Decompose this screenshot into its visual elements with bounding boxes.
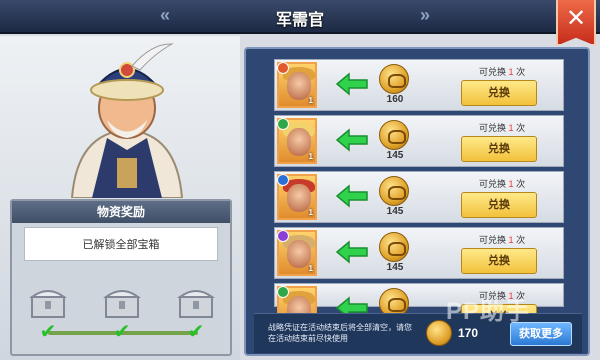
voucher-balance: 170 [458, 326, 479, 340]
close-button[interactable]: ✕ [556, 0, 596, 46]
exchange-limit-suffix: 次 [516, 179, 526, 189]
title-bar: « 军需官 » [0, 0, 600, 34]
hero-portrait[interactable]: 1 [277, 230, 317, 276]
exchange-button[interactable]: 兑换 [461, 80, 537, 106]
hero-level: 1 [308, 208, 313, 217]
hero-portrait[interactable]: 1 [277, 62, 317, 108]
treasure-chest-icon[interactable] [176, 285, 216, 321]
arrow-left-icon [335, 240, 368, 264]
arrow-left-icon [335, 72, 368, 96]
notice-text: 战略凭证在活动结束后将全部清空，请您在活动结束前尽快使用 [268, 323, 412, 343]
faction-icon [277, 118, 289, 130]
exchange-limit: 可兑换 1 次 [479, 177, 525, 190]
exchange-panel: 1 160 可兑换 1 次 兑换 1 145 可兑换 1 次 兑换 1 145 … [244, 47, 590, 356]
faction-icon [277, 286, 289, 298]
exchange-row: 1 145 可兑换 1 次 兑换 [274, 115, 564, 167]
hero-portrait[interactable]: 1 [277, 174, 317, 220]
exchange-limit-count: 1 [508, 123, 514, 133]
reward-panel-title: 物资奖励 [12, 201, 230, 223]
exchange-limit-suffix: 次 [516, 123, 526, 133]
reward-status: 已解锁全部宝箱 [24, 227, 218, 261]
watermark: PP助手 [446, 298, 531, 325]
exchange-limit-prefix: 可兑换 [479, 123, 507, 133]
exchange-limit: 可兑换 1 次 [479, 65, 525, 78]
exchange-row: 1 145 可兑换 1 次 兑换 [274, 227, 564, 279]
exchange-limit-suffix: 次 [516, 67, 526, 77]
page-title: 军需官 [275, 12, 324, 29]
exchange-button[interactable]: 兑换 [461, 248, 537, 274]
exchange-row: 1 160 可兑换 1 次 兑换 [274, 59, 564, 111]
check-icon: ✔ [187, 321, 205, 343]
hero-level: 1 [308, 152, 313, 161]
hero-face [287, 184, 311, 212]
exchange-row: 1 145 可兑换 1 次 兑换 [274, 171, 564, 223]
voucher-coin-icon [379, 64, 409, 94]
exchange-limit-prefix: 可兑换 [479, 179, 507, 189]
hero-portrait[interactable]: 1 [277, 118, 317, 164]
exchange-cost: 145 [386, 262, 404, 273]
exchange-limit-count: 1 [508, 67, 514, 77]
voucher-coin-icon [379, 176, 409, 206]
treasure-chest-icon[interactable] [28, 285, 68, 321]
hero-face [287, 72, 311, 100]
hero-level: 1 [308, 264, 313, 273]
exchange-limit-count: 1 [508, 179, 514, 189]
exchange-cost: 145 [386, 206, 404, 217]
hero-face [287, 240, 311, 268]
voucher-coin-icon [379, 232, 409, 262]
exchange-limit: 可兑换 1 次 [479, 121, 525, 134]
treasure-chest-icon[interactable] [102, 285, 142, 321]
voucher-coin-icon [379, 120, 409, 150]
close-icon: ✕ [565, 5, 587, 32]
exchange-limit: 可兑换 1 次 [479, 233, 525, 246]
exchange-limit-count: 1 [508, 235, 514, 245]
check-icon: ✔ [113, 321, 131, 343]
quartermaster-portrait [70, 43, 184, 198]
arrow-left-icon [335, 184, 368, 208]
exchange-cost: 160 [386, 94, 404, 105]
exchange-limit-prefix: 可兑换 [479, 235, 507, 245]
arrow-left-icon [335, 128, 368, 152]
chevron-right-icon: » [420, 5, 431, 25]
check-icon: ✔ [39, 321, 57, 343]
exchange-limit-prefix: 可兑换 [479, 67, 507, 77]
faction-icon [277, 62, 289, 74]
exchange-button[interactable]: 兑换 [461, 192, 537, 218]
bottom-bar: 战略凭证在活动结束后将全部清空，请您在活动结束前尽快使用 170 获取更多 [254, 313, 582, 353]
reward-panel: 物资奖励 已解锁全部宝箱 ✔ ✔ ✔ [10, 199, 232, 356]
exchange-cost: 145 [386, 150, 404, 161]
faction-icon [277, 230, 289, 242]
exchange-limit-suffix: 次 [516, 235, 526, 245]
exchange-button[interactable]: 兑换 [461, 136, 537, 162]
hero-face [287, 128, 311, 156]
hero-level: 1 [308, 96, 313, 105]
faction-icon [277, 174, 289, 186]
